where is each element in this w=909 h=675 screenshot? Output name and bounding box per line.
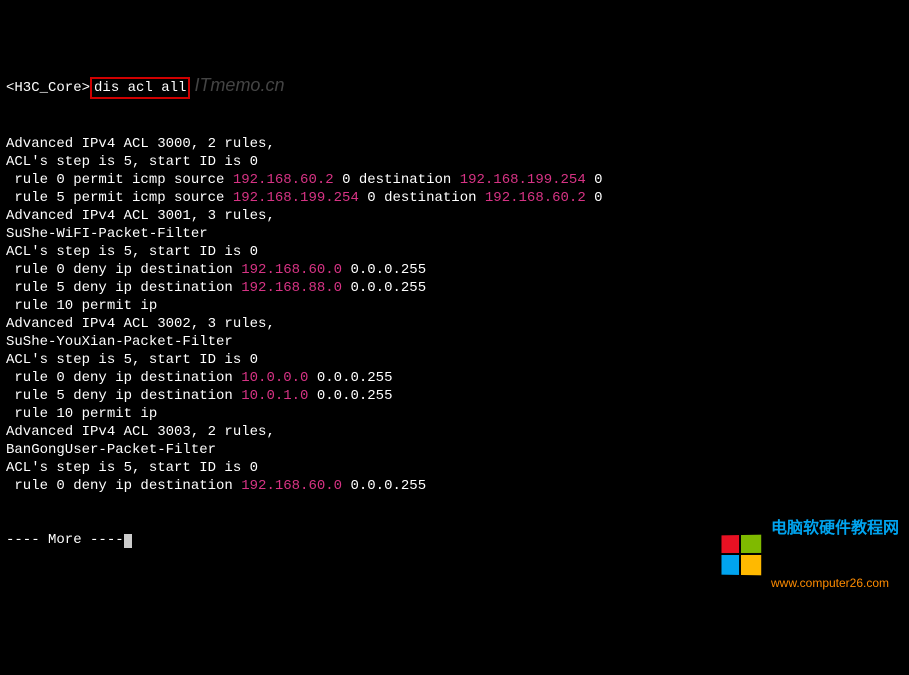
windows-icon <box>721 535 763 578</box>
watermark-top: ITmemo.cn <box>194 75 284 95</box>
acl-rule: rule 5 deny ip destination 192.168.88.0 … <box>6 279 903 297</box>
more-prompt: ---- More ---- <box>6 532 124 548</box>
acl-rule: rule 0 permit icmp source 192.168.60.2 0… <box>6 171 903 189</box>
command-text: dis acl all <box>94 80 186 96</box>
terminal-output: Advanced IPv4 ACL 3000, 2 rules,ACL's st… <box>6 135 903 495</box>
acl-rule: rule 5 deny ip destination 10.0.1.0 0.0.… <box>6 387 903 405</box>
acl-header: Advanced IPv4 ACL 3001, 3 rules, <box>6 207 903 225</box>
command-highlight-box: dis acl all <box>90 77 190 99</box>
logo-title: 电脑软硬件教程网 <box>771 520 899 538</box>
acl-name: SuShe-WiFI-Packet-Filter <box>6 225 903 243</box>
watermark-logo: 电脑软硬件教程网 www.computer26.com <box>721 448 899 500</box>
prompt-host: <H3C_Core> <box>6 80 90 96</box>
acl-name: SuShe-YouXian-Packet-Filter <box>6 333 903 351</box>
acl-header: Advanced IPv4 ACL 3002, 3 rules, <box>6 315 903 333</box>
acl-rule: rule 5 permit icmp source 192.168.199.25… <box>6 189 903 207</box>
acl-header: Advanced IPv4 ACL 3003, 2 rules, <box>6 423 903 441</box>
logo-url: www.computer26.com <box>771 574 899 592</box>
acl-rule: rule 10 permit ip <box>6 297 903 315</box>
terminal-cursor <box>124 534 132 548</box>
command-line[interactable]: <H3C_Core>dis acl all ITmemo.cn <box>6 76 903 99</box>
acl-header: Advanced IPv4 ACL 3000, 2 rules, <box>6 135 903 153</box>
acl-step-line: ACL's step is 5, start ID is 0 <box>6 243 903 261</box>
acl-step-line: ACL's step is 5, start ID is 0 <box>6 153 903 171</box>
acl-rule: rule 0 deny ip destination 10.0.0.0 0.0.… <box>6 369 903 387</box>
acl-rule: rule 0 deny ip destination 192.168.60.0 … <box>6 261 903 279</box>
acl-step-line: ACL's step is 5, start ID is 0 <box>6 351 903 369</box>
acl-rule: rule 10 permit ip <box>6 405 903 423</box>
